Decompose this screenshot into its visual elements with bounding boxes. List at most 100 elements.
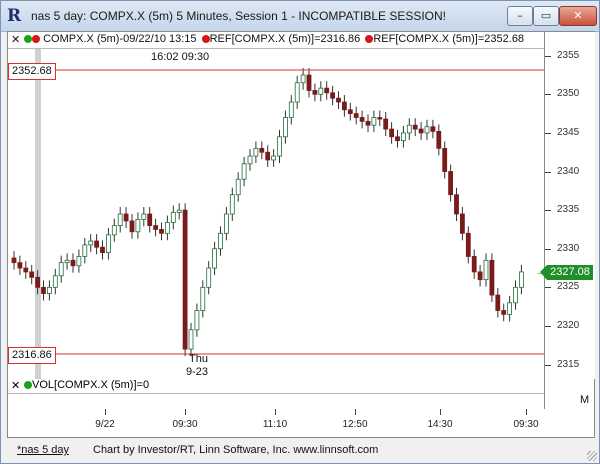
x-tick-mark: [185, 409, 186, 415]
candle-body: [383, 118, 389, 130]
day-label: Thu: [189, 353, 208, 365]
candle-body: [424, 126, 430, 134]
candle-body: [430, 126, 436, 132]
window-title: nas 5 day: COMPX.X (5m) 5 Minutes, Sessi…: [31, 9, 447, 23]
candle-body: [76, 256, 82, 267]
candle-body: [489, 259, 495, 296]
candle-body: [82, 244, 88, 257]
candle-body: [324, 87, 330, 94]
candle-body: [147, 213, 153, 226]
candle-body: [341, 101, 347, 111]
maximize-button[interactable]: ▭: [533, 6, 559, 26]
candle-body: [117, 213, 123, 226]
volume-label: VOL[COMPX.X (5m)]=0: [32, 379, 150, 391]
y-tick-mark: [545, 210, 551, 212]
volume-m-button[interactable]: M: [580, 394, 589, 406]
candle-body: [218, 232, 223, 250]
candle-body: [495, 294, 501, 311]
candle-body: [153, 225, 159, 230]
date-label: 9-23: [186, 366, 209, 378]
candle-body: [247, 155, 253, 165]
legend-close-icon[interactable]: ✕: [11, 33, 20, 46]
candle-body: [23, 267, 29, 273]
candle-body: [442, 147, 448, 172]
candle-body: [141, 213, 147, 220]
y-tick-label: 2355: [557, 49, 580, 61]
session-time-label: 16:02 09:30: [151, 51, 210, 63]
ref-label-upper: 2352.68: [8, 63, 56, 80]
volume-close-icon[interactable]: ✕: [11, 379, 20, 392]
candle-body: [459, 213, 465, 234]
candle-body: [347, 109, 353, 115]
candle-body: [471, 256, 477, 273]
candle-body: [294, 82, 300, 103]
candle-body: [229, 194, 235, 215]
candle-body: [52, 275, 58, 288]
x-tick-label: 09:30: [172, 419, 198, 430]
candle-body: [241, 163, 247, 180]
candle-body: [194, 310, 200, 331]
y-tick-mark: [545, 132, 551, 134]
candle-body: [365, 120, 371, 126]
y-tick-label: 2320: [557, 319, 580, 331]
y-tick-mark: [545, 171, 551, 173]
plot-area[interactable]: ✕ COMPX.X (5m)-09/22/10 13:15 REF[COMPX.…: [8, 32, 544, 380]
x-tick-label: 12:50: [342, 419, 368, 430]
candle-body: [330, 92, 336, 99]
y-tick-label: 2335: [557, 204, 580, 216]
app-logo-icon: R: [7, 6, 22, 26]
last-price-badge: 2327.08: [540, 265, 593, 280]
candle-body: [64, 259, 70, 264]
credit-text: Chart by Investor/RT, Linn Software, Inc…: [93, 444, 379, 456]
candle-body: [159, 229, 164, 234]
candle-body: [106, 234, 111, 254]
y-tick-mark: [545, 94, 551, 96]
candle-body: [312, 90, 318, 95]
volume-dot-icon: [24, 381, 32, 390]
candle-body: [371, 117, 377, 126]
y-tick-mark: [545, 325, 551, 327]
candlestick-chart[interactable]: [8, 32, 544, 380]
candle-body: [123, 213, 129, 222]
candle-body: [477, 271, 483, 281]
candle-body: [406, 124, 412, 134]
candle-body: [395, 136, 400, 142]
candle-body: [135, 219, 141, 233]
candle-body: [17, 262, 23, 269]
close-button[interactable]: ✕: [559, 6, 597, 26]
legend-bar: ✕ COMPX.X (5m)-09/22/10 13:15 REF[COMPX.…: [8, 32, 544, 49]
price-axis[interactable]: 2315 2320 2325 2330 2335 2340 2345 2350 2355 232…: [540, 32, 595, 380]
candle-body: [265, 151, 271, 161]
y-tick-label: 2345: [557, 126, 580, 138]
candle-body: [448, 171, 454, 196]
app-window: R nas 5 day: COMPX.X (5m) 5 Minutes, Ses…: [0, 0, 600, 464]
candle-body: [235, 178, 241, 196]
candle-body: [259, 147, 265, 153]
legend-item-ref-low: REF[COMPX.X (5m)]=2316.86: [209, 33, 361, 45]
candle-body: [88, 240, 94, 246]
candle-body: [188, 329, 194, 350]
price-chart-panel[interactable]: ✕ COMPX.X (5m)-09/22/10 13:15 REF[COMPX.…: [7, 31, 595, 381]
minimize-button[interactable]: –: [507, 6, 533, 26]
ref-label-lower: 2316.86: [8, 347, 56, 364]
candle-body: [70, 259, 76, 267]
time-axis[interactable]: 9/22 09:30 11:10 12:50 14:30 09:30: [7, 409, 595, 438]
candle-body: [400, 132, 406, 142]
candle-body: [507, 302, 513, 315]
candle-body: [11, 257, 17, 264]
y-tick-label: 2330: [557, 242, 580, 254]
candle-body: [389, 128, 395, 138]
candle-body: [58, 262, 64, 277]
title-bar[interactable]: R nas 5 day: COMPX.X (5m) 5 Minutes, Ses…: [1, 1, 599, 32]
series-dot-icon: [32, 35, 40, 44]
x-tick-label: 14:30: [427, 419, 453, 430]
series-dot-icon: [24, 35, 32, 44]
volume-panel[interactable]: ✕ VOL[COMPX.X (5m)]=0 M: [7, 379, 595, 410]
y-tick-mark: [545, 287, 551, 289]
resize-grip-icon[interactable]: [587, 451, 597, 461]
volume-axis-divider: [544, 379, 545, 409]
chart-tab[interactable]: *nas 5 day: [17, 444, 69, 456]
x-tick-label: 09:30: [513, 419, 539, 430]
candle-body: [35, 276, 41, 288]
candle-body: [436, 130, 442, 149]
